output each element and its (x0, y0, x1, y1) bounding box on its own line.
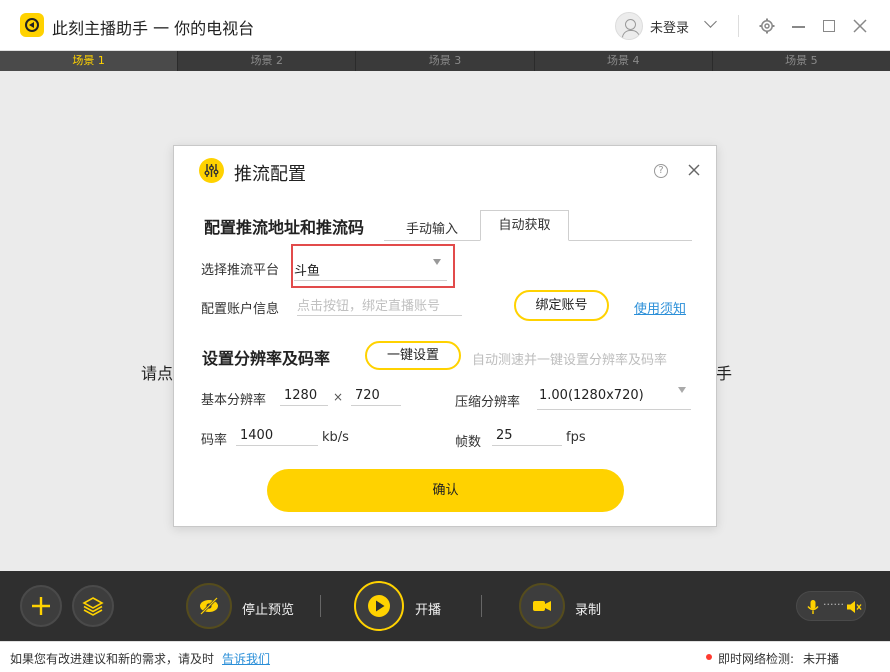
stop-preview-label[interactable]: 停止预览 (242, 599, 294, 618)
auto-setup-hint: 自动测速并一键设置分辨率及码率 (472, 353, 668, 368)
platform-underline (294, 280, 447, 281)
feedback-text: 如果您有改进建议和新的需求，请及时 (10, 652, 215, 666)
play-icon (368, 595, 390, 617)
toolbar-divider (320, 595, 321, 617)
app-logo-icon (20, 13, 44, 37)
video-camera-icon (533, 601, 551, 611)
bottom-toolbar: 停止预览 开播 录制 ······ (0, 571, 890, 641)
base-height-input[interactable] (351, 386, 401, 406)
compress-resolution-select[interactable]: 1.00(1280x720) (537, 384, 691, 410)
dropdown-arrow-icon (678, 387, 686, 393)
tab-auto-fetch[interactable]: 自动获取 (480, 210, 569, 241)
base-resolution-label: 基本分辨率 (201, 393, 267, 408)
audio-controls[interactable]: ······ (796, 591, 866, 621)
account-label: 配置账户信息 (201, 302, 280, 317)
layers-icon (82, 597, 104, 616)
gear-icon[interactable] (759, 18, 775, 34)
base-width-input[interactable] (280, 386, 328, 406)
preview-hint-left: 请点 (141, 364, 174, 383)
start-live-button[interactable] (354, 581, 404, 631)
fps-unit: fps (566, 430, 586, 445)
user-avatar[interactable] (615, 12, 643, 40)
preview-hint-right: 手 (716, 364, 733, 383)
bind-account-button[interactable]: 绑定账号 (514, 290, 609, 321)
bitrate-label: 码率 (201, 433, 228, 448)
section-push-title: 配置推流地址和推流码 (204, 218, 365, 237)
sliders-icon (199, 158, 224, 183)
record-button[interactable] (519, 583, 565, 629)
stop-preview-button[interactable] (186, 583, 232, 629)
bitrate-input[interactable] (236, 426, 318, 446)
maximize-icon[interactable] (823, 20, 835, 32)
account-input[interactable] (297, 298, 462, 316)
confirm-button[interactable]: 确认 (267, 469, 624, 512)
tab-scene-4[interactable]: 场景 4 (535, 51, 713, 71)
title-divider (738, 15, 739, 37)
record-label[interactable]: 录制 (575, 599, 601, 618)
toolbar-divider (481, 595, 482, 617)
tab-scene-2[interactable]: 场景 2 (178, 51, 357, 71)
help-icon[interactable]: ? (654, 164, 668, 178)
compress-resolution-label: 压缩分辨率 (455, 395, 521, 410)
compress-resolution-value: 1.00(1280x720) (539, 388, 644, 403)
scene-tabs: 场景 1 场景 2 场景 3 场景 4 场景 5 (0, 51, 890, 71)
microphone-icon[interactable] (806, 599, 820, 615)
dialog-close-icon[interactable] (687, 163, 701, 177)
minimize-icon[interactable] (792, 26, 805, 28)
start-live-label[interactable]: 开播 (415, 599, 441, 618)
platform-label: 选择推流平台 (201, 263, 280, 278)
tab-scene-3[interactable]: 场景 3 (356, 51, 535, 71)
tab-manual-input[interactable]: 手动输入 (406, 218, 458, 237)
status-bar: 如果您有改进建议和新的需求，请及时 告诉我们 即时网络检测: 未开播 (0, 641, 890, 672)
one-click-setup-button[interactable]: 一键设置 (365, 341, 461, 370)
network-check-label: 即时网络检测: (718, 652, 795, 666)
dropdown-arrow-icon (433, 259, 441, 265)
tab-scene-5[interactable]: 场景 5 (713, 51, 890, 71)
speaker-muted-icon[interactable] (846, 599, 862, 615)
platform-select[interactable]: 斗鱼 (291, 244, 455, 288)
fps-label: 帧数 (455, 435, 482, 450)
chevron-down-icon[interactable] (704, 15, 717, 28)
close-icon[interactable] (852, 18, 868, 34)
layers-button[interactable] (72, 585, 114, 627)
times-sign: × (333, 390, 344, 404)
bitrate-unit: kb/s (322, 430, 349, 445)
eye-off-icon (200, 597, 218, 615)
dialog-title: 推流配置 (234, 164, 306, 185)
app-title: 此刻主播助手 一 你的电视台 (52, 19, 255, 38)
tab-scene-1[interactable]: 场景 1 (0, 51, 179, 71)
section-resolution-title: 设置分辨率及码率 (202, 349, 331, 368)
network-status-dot (706, 654, 712, 660)
title-bar: 此刻主播助手 一 你的电视台 未登录 (0, 0, 890, 51)
platform-value: 斗鱼 (294, 264, 321, 279)
feedback-link[interactable]: 告诉我们 (222, 650, 270, 667)
login-status[interactable]: 未登录 (650, 17, 689, 36)
add-source-button[interactable] (20, 585, 62, 627)
network-check-value: 未开播 (803, 652, 840, 666)
fps-input[interactable] (492, 426, 562, 446)
push-config-dialog: 推流配置 ? 配置推流地址和推流码 手动输入 自动获取 选择推流平台 斗鱼 配置… (173, 145, 717, 527)
plus-icon (32, 597, 50, 615)
usage-notice-link[interactable]: 使用须知 (634, 298, 686, 317)
audio-level-dots: ······ (823, 598, 844, 611)
